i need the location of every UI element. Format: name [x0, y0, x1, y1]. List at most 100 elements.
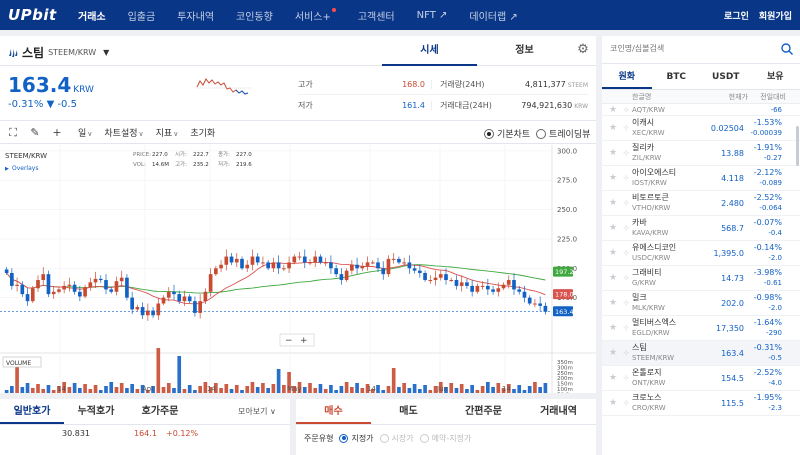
star-icon[interactable]: ★	[606, 298, 620, 308]
chart-link-icon[interactable]: ⊹	[620, 106, 632, 114]
coin-change-cell: -0.31% -0.5	[744, 343, 788, 363]
coin-list-item[interactable]: ★ ⊹ 밀크 MLK/KRW 202.0 -0.98% -2.0	[602, 291, 800, 316]
list-scrollbar[interactable]	[796, 126, 799, 166]
coin-list-item[interactable]: ★ ⊹ 멀티버스엑스 EGLD/KRW 17,350 -1.64% -290	[602, 316, 800, 341]
candlestick-chart[interactable]: 300.0275.0250.0225.0200.0175.0197.2178.0…	[0, 145, 596, 393]
coin-list-item[interactable]: ★ ⊹ 이캐시 XEC/KRW 0.02504 -1.53% -0.00039	[602, 116, 800, 141]
chart-link-icon[interactable]: ⊹	[620, 199, 632, 207]
star-icon[interactable]: ★	[606, 148, 620, 158]
market-radio[interactable]: 시장가	[379, 433, 414, 444]
coin-list-item[interactable]: ★ ⊹ 아이오에스티 IOST/KRW 4.118 -2.12% -0.089	[602, 166, 800, 191]
basic-chart-radio[interactable]: 기본차트	[484, 127, 530, 140]
coin-list-item[interactable]: ★ ⊹ 질리카 ZIL/KRW 13.88 -1.91% -0.27	[602, 141, 800, 166]
chart-link-icon[interactable]: ⊹	[620, 374, 632, 382]
tab-krw[interactable]: 원화	[602, 64, 652, 89]
coin-list-item[interactable]: ★ ⊹ 유에스디코인 USDC/KRW 1,395.0 -0.14% -2.0	[602, 241, 800, 266]
signup-link[interactable]: 회원가입	[759, 9, 792, 22]
tab-buy[interactable]: 매수	[296, 399, 371, 424]
menu-nft[interactable]: NFT ↗	[417, 10, 448, 21]
chart-link-icon[interactable]: ⊹	[620, 399, 632, 407]
tradingview-radio[interactable]: 트레이딩뷰	[536, 127, 590, 140]
search-icon[interactable]	[780, 42, 794, 56]
star-icon[interactable]: ★	[606, 223, 620, 233]
star-icon[interactable]: ★	[606, 348, 620, 358]
chart-link-icon[interactable]: ⊹	[620, 149, 632, 157]
header-price[interactable]: 현재가	[708, 92, 748, 102]
tab-info[interactable]: 정보	[477, 36, 572, 66]
tab-btc[interactable]: BTC	[652, 64, 702, 89]
menu-support[interactable]: 고객센터	[358, 8, 395, 23]
overlays-toggle[interactable]: Overlays	[12, 165, 38, 172]
volume-bar	[496, 383, 501, 393]
star-icon[interactable]: ★	[606, 198, 620, 208]
chart-link-icon[interactable]: ⊹	[620, 349, 632, 357]
coin-list-item[interactable]: ★ ⊹ 카바 KAVA/KRW 568.7 -0.07% -0.4	[602, 216, 800, 241]
tab-normal-book[interactable]: 일반호가	[0, 399, 64, 424]
chart-link-icon[interactable]: ⊹	[620, 249, 632, 257]
fullscreen-icon[interactable]: ⛶	[4, 126, 22, 140]
volume-bar	[522, 390, 527, 393]
chart-link-icon[interactable]: ⊹	[620, 174, 632, 182]
header-change[interactable]: 전일대비	[748, 92, 792, 102]
group-select[interactable]: 모아보기 ∨	[238, 406, 284, 419]
tab-usdt[interactable]: USDT	[701, 64, 751, 89]
star-icon[interactable]: ★	[606, 123, 620, 133]
tab-quote[interactable]: 시세	[382, 36, 477, 66]
coin-list-item[interactable]: ★ ⊹ 그래비티 G/KRW 14.73 -3.98% -0.61	[602, 266, 800, 291]
star-icon[interactable]: ★	[606, 105, 620, 115]
chart-link-icon[interactable]: ⊹	[620, 224, 632, 232]
tab-easy-order[interactable]: 간편주문	[446, 399, 521, 424]
tab-history[interactable]: 거래내역	[521, 399, 596, 424]
mini-price-chart	[196, 78, 252, 95]
menu-services[interactable]: 서비스+	[295, 7, 336, 23]
coin-list-item[interactable]: ★ ⊹ 크로노스 CRO/KRW 115.5 -1.95% -2.3	[602, 391, 800, 416]
zoom-out-icon[interactable]: −	[285, 336, 293, 346]
star-icon[interactable]: ★	[606, 248, 620, 258]
tab-book-order[interactable]: 호가주문	[128, 399, 192, 424]
menu-datalab[interactable]: 데이터랩 ↗	[469, 8, 517, 23]
menu-investments[interactable]: 투자내역	[177, 8, 214, 23]
menu-deposit[interactable]: 입출금	[128, 8, 156, 23]
zoom-in-icon[interactable]: +	[300, 336, 308, 346]
chart-link-icon[interactable]: ⊹	[620, 274, 632, 282]
tab-cumulative-book[interactable]: 누적호가	[64, 399, 128, 424]
chart-link-icon[interactable]: ⊹	[620, 324, 632, 332]
star-icon[interactable]: ★	[606, 398, 620, 408]
reset-button[interactable]: 초기화	[190, 126, 215, 139]
chart-link-icon[interactable]: ⊹	[620, 124, 632, 132]
chart-settings[interactable]: 차트설정∨	[104, 126, 143, 139]
coin-list-item[interactable]: ★ ⊹ AQT/KRW -66	[602, 104, 800, 116]
tab-sell[interactable]: 매도	[371, 399, 446, 424]
star-icon[interactable]: ★	[606, 323, 620, 333]
menu-coin-trends[interactable]: 코인동향	[236, 8, 273, 23]
search-input[interactable]	[610, 44, 760, 53]
indicator-select[interactable]: 지표∨	[156, 126, 179, 139]
coin-selector[interactable]: 스팀 STEEM/KRW ▼	[8, 44, 109, 61]
candle-body	[397, 258, 401, 263]
reserve-radio[interactable]: 예약-지정가	[419, 433, 471, 444]
candle-body	[423, 272, 427, 281]
menu-exchange[interactable]: 거래소	[78, 8, 106, 23]
candle-body	[444, 274, 448, 281]
gear-icon[interactable]: ⚙	[576, 43, 590, 57]
star-icon[interactable]: ★	[606, 273, 620, 283]
coin-list-item[interactable]: ★ ⊹ 온톨로지 ONT/KRW 154.5 -2.52% -4.0	[602, 366, 800, 391]
period-select[interactable]: 일∨	[78, 126, 92, 139]
coin-list-item[interactable]: ★ ⊹ 스팀 STEEM/KRW 163.4 -0.31% -0.5	[602, 341, 800, 366]
candle-body	[449, 280, 454, 282]
upbit-logo[interactable]: UPbit	[8, 6, 78, 24]
header-name[interactable]: 한글명	[632, 92, 708, 102]
order-book-row[interactable]: 30.831 164.1 +0.12%	[0, 427, 290, 441]
coin-change-cell: -0.98% -2.0	[744, 293, 788, 313]
tab-holdings[interactable]: 보유	[751, 64, 800, 89]
star-icon[interactable]: ★	[606, 173, 620, 183]
candle-body	[98, 278, 103, 281]
login-link[interactable]: 로그인	[724, 9, 749, 22]
chevron-down-icon[interactable]: ▼	[103, 48, 109, 57]
pencil-icon[interactable]: ✎	[26, 126, 44, 139]
coin-list-item[interactable]: ★ ⊹ 비토르토큰 VTHO/KRW 2.480 -2.52% -0.064	[602, 191, 800, 216]
limit-radio[interactable]: 지정가	[339, 433, 374, 444]
chart-link-icon[interactable]: ⊹	[620, 299, 632, 307]
crosshair-icon[interactable]: +	[48, 126, 66, 139]
star-icon[interactable]: ★	[606, 373, 620, 383]
